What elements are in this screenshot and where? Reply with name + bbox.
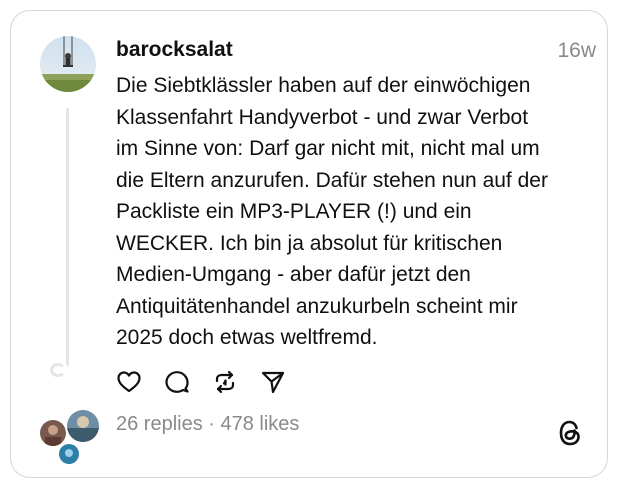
repost-icon[interactable] — [212, 369, 238, 395]
avatar-image — [40, 36, 96, 92]
reply-avatar — [65, 408, 101, 444]
reply-avatar — [57, 442, 81, 466]
threads-logo-icon[interactable] — [557, 419, 583, 447]
speech-bubble-icon[interactable] — [164, 369, 190, 395]
heart-icon[interactable] — [116, 369, 142, 395]
thread-loop — [50, 363, 66, 377]
author-avatar[interactable] — [40, 36, 96, 92]
send-icon[interactable] — [260, 369, 286, 395]
author-username[interactable]: barocksalat — [116, 38, 233, 62]
post-timestamp[interactable]: 16w — [557, 39, 596, 63]
post-stats[interactable]: 26 replies · 478 likes — [116, 413, 299, 436]
post-text: Die Siebtklässler haben auf der einwöchi… — [116, 74, 548, 349]
thread-line — [66, 108, 69, 366]
post-actions — [116, 369, 286, 395]
